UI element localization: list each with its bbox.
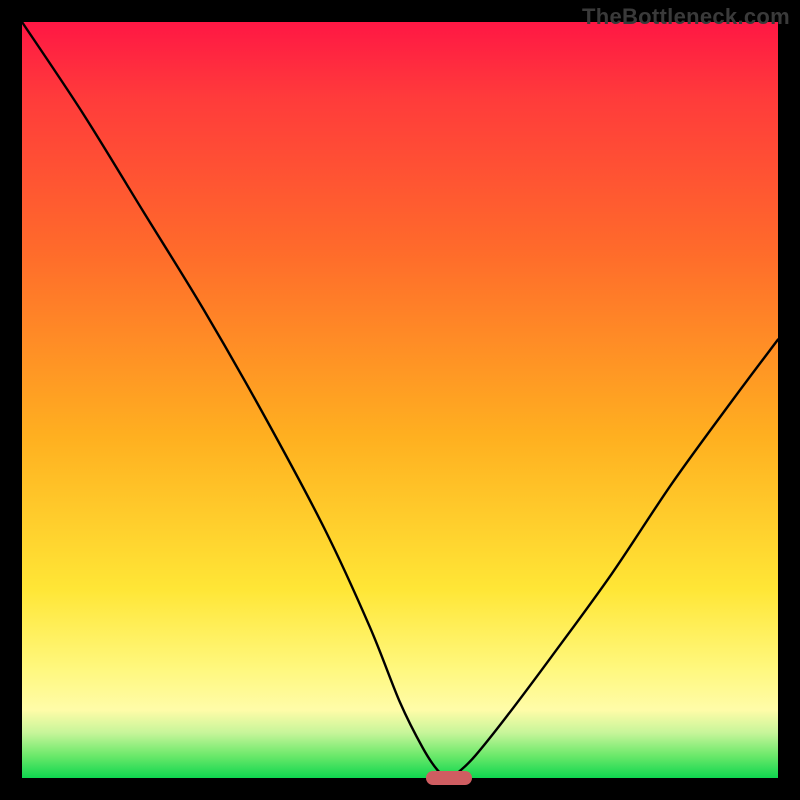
plot-area (22, 22, 778, 778)
watermark-text: TheBottleneck.com (582, 4, 790, 30)
chart-frame: TheBottleneck.com (0, 0, 800, 800)
bottleneck-curve (22, 22, 778, 778)
minimum-marker (426, 771, 472, 785)
